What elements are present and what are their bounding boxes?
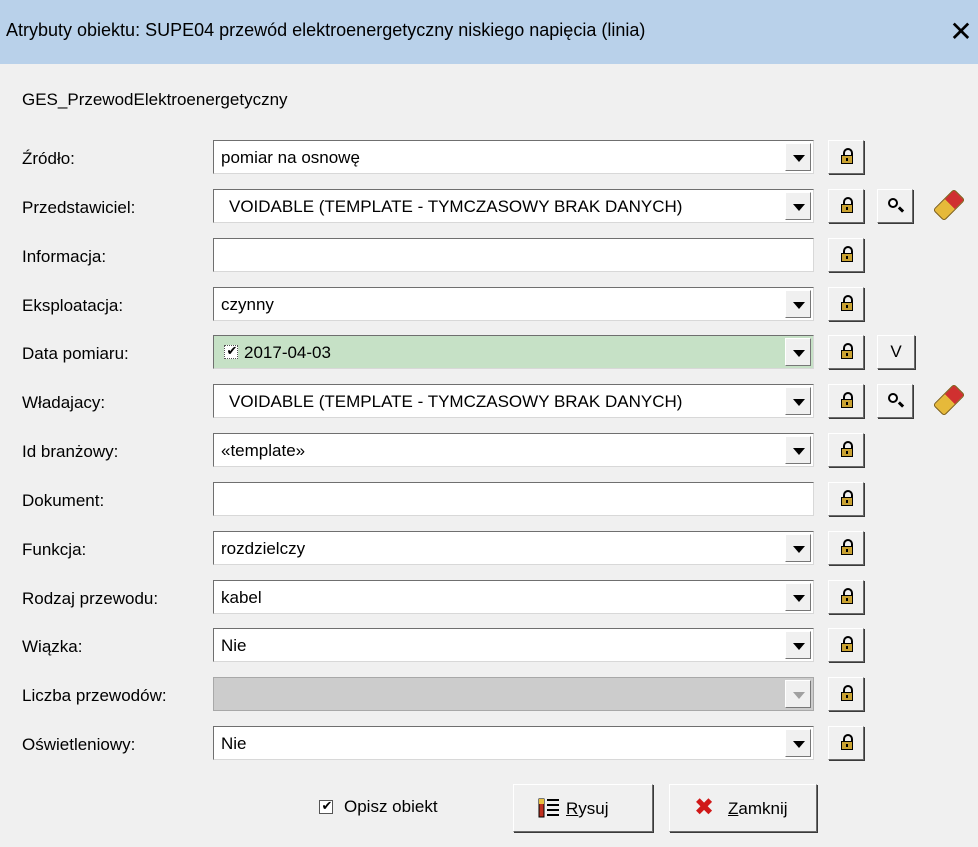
eksploatacja-label: Eksploatacja:: [22, 296, 124, 315]
eksploatacja-select[interactable]: czynny: [213, 287, 814, 321]
window-title: Atrybuty obiektu: SUPE04 przewód elektro…: [6, 20, 646, 40]
funkcja-dropdown-arrow[interactable]: [785, 534, 811, 562]
rodzaj-przewodu-select[interactable]: kabel: [213, 580, 814, 614]
przedstawiciel-select[interactable]: VOIDABLE (TEMPLATE - TYMCZASOWY BRAK DAN…: [213, 189, 814, 223]
funkcja-label: Funkcja:: [22, 540, 87, 559]
lock-icon: [841, 392, 853, 408]
close-window-button[interactable]: ✕: [948, 16, 974, 48]
wladajacy-dropdown-arrow[interactable]: [785, 387, 811, 415]
liczba-przewodow-select: [213, 677, 814, 711]
lock-icon: [841, 246, 853, 262]
check-icon: ✔: [321, 798, 333, 813]
funkcja-select[interactable]: rozdzielczy: [213, 531, 814, 565]
liczba-przewodow-dropdown-arrow: [785, 680, 811, 708]
rodzaj-przewodu-value: kabel: [221, 588, 262, 607]
zrodlo-select[interactable]: pomiar na osnowę: [213, 140, 814, 174]
check-icon: ✔: [226, 343, 238, 358]
opisz-obiekt-checkbox[interactable]: ✔: [319, 798, 333, 814]
v-button-label: V: [890, 342, 902, 361]
funkcja-value: rozdzielczy: [221, 539, 306, 558]
oswietleniowy-value: Nie: [221, 734, 247, 753]
eksploatacja-value: czynny: [221, 295, 274, 314]
eraser-icon: [932, 188, 966, 222]
liczba-przewodow-lock-button[interactable]: [828, 677, 864, 711]
wiazka-dropdown-arrow[interactable]: [785, 631, 811, 659]
object-class-name: GES_PrzewodElektroenergetyczny: [22, 90, 288, 109]
wladajacy-label: Władajacy:: [22, 393, 106, 412]
przedstawiciel-dropdown-arrow[interactable]: [785, 192, 811, 220]
lock-icon: [841, 490, 853, 506]
oswietleniowy-lock-button[interactable]: [828, 726, 864, 760]
wiazka-label: Wiązka:: [22, 637, 83, 656]
informacja-input[interactable]: [213, 238, 814, 272]
oswietleniowy-select[interactable]: Nie: [213, 726, 814, 760]
dokument-label: Dokument:: [22, 491, 105, 510]
title-bar: Atrybuty obiektu: SUPE04 przewód elektro…: [0, 0, 978, 64]
data-pomiaru-checkbox[interactable]: ✔: [224, 343, 238, 359]
id-branzowy-value: «template»: [221, 441, 306, 460]
id-branzowy-lock-button[interactable]: [828, 433, 864, 467]
przedstawiciel-label: Przedstawiciel:: [22, 198, 136, 217]
wladajacy-lock-button[interactable]: [828, 384, 864, 418]
dokument-input[interactable]: [213, 482, 814, 516]
data-pomiaru-dropdown-arrow[interactable]: [785, 338, 811, 366]
rysuj-label: Rysuj: [566, 799, 609, 818]
data-pomiaru-v-button[interactable]: V: [877, 335, 915, 369]
id-branzowy-dropdown-arrow[interactable]: [785, 436, 811, 464]
eksploatacja-dropdown-arrow[interactable]: [785, 290, 811, 318]
oswietleniowy-dropdown-arrow[interactable]: [785, 729, 811, 757]
data-pomiaru-value: 2017-04-03: [244, 343, 331, 362]
magnifier-icon: [888, 198, 898, 208]
data-pomiaru-date-picker[interactable]: ✔ 2017-04-03: [213, 335, 814, 369]
lock-icon: [841, 734, 853, 750]
lock-icon: [841, 636, 853, 652]
id-branzowy-select[interactable]: «template»: [213, 433, 814, 467]
wiazka-value: Nie: [221, 636, 247, 655]
rodzaj-przewodu-lock-button[interactable]: [828, 580, 864, 614]
lock-icon: [841, 295, 853, 311]
zrodlo-lock-button[interactable]: [828, 140, 864, 174]
lock-icon: [841, 441, 853, 457]
wiazka-select[interactable]: Nie: [213, 628, 814, 662]
data-pomiaru-lock-button[interactable]: [828, 335, 864, 369]
lock-icon: [841, 343, 853, 359]
dokument-lock-button[interactable]: [828, 482, 864, 516]
id-branzowy-label: Id branżowy:: [22, 442, 119, 461]
opisz-obiekt-label: Opisz obiekt: [344, 797, 438, 816]
informacja-lock-button[interactable]: [828, 238, 864, 272]
eraser-icon: [932, 383, 966, 417]
wiazka-lock-button[interactable]: [828, 628, 864, 662]
przedstawiciel-lock-button[interactable]: [828, 189, 864, 223]
lock-icon: [841, 539, 853, 555]
magnifier-icon: [888, 393, 898, 403]
rysuj-button[interactable]: Rysuj: [513, 784, 653, 832]
data-pomiaru-label: Data pomiaru:: [22, 344, 129, 363]
wladajacy-select[interactable]: VOIDABLE (TEMPLATE - TYMCZASOWY BRAK DAN…: [213, 384, 814, 418]
funkcja-lock-button[interactable]: [828, 531, 864, 565]
eksploatacja-lock-button[interactable]: [828, 287, 864, 321]
lock-icon: [841, 197, 853, 213]
wladajacy-search-button[interactable]: [877, 384, 913, 418]
zamknij-button[interactable]: ✖ Zamknij: [669, 784, 817, 832]
zamknij-label: Zamknij: [728, 799, 788, 818]
rodzaj-przewodu-dropdown-arrow[interactable]: [785, 583, 811, 611]
liczba-przewodow-label: Liczba przewodów:: [22, 686, 167, 705]
lock-icon: [841, 148, 853, 164]
oswietleniowy-label: Oświetleniowy:: [22, 735, 136, 754]
draw-icon: [538, 797, 560, 819]
wladajacy-value: VOIDABLE (TEMPLATE - TYMCZASOWY BRAK DAN…: [229, 392, 683, 411]
close-x-icon: ✖: [694, 794, 715, 821]
informacja-label: Informacja:: [22, 247, 107, 266]
zrodlo-dropdown-arrow[interactable]: [785, 143, 811, 171]
przedstawiciel-value: VOIDABLE (TEMPLATE - TYMCZASOWY BRAK DAN…: [229, 197, 683, 216]
rodzaj-przewodu-label: Rodzaj przewodu:: [22, 589, 159, 608]
wladajacy-clear-button[interactable]: [928, 383, 972, 418]
lock-icon: [841, 588, 853, 604]
zrodlo-label: Źródło:: [22, 149, 75, 168]
lock-icon: [841, 685, 853, 701]
zrodlo-value: pomiar na osnowę: [221, 148, 360, 167]
przedstawiciel-search-button[interactable]: [877, 189, 913, 223]
przedstawiciel-clear-button[interactable]: [928, 188, 972, 223]
